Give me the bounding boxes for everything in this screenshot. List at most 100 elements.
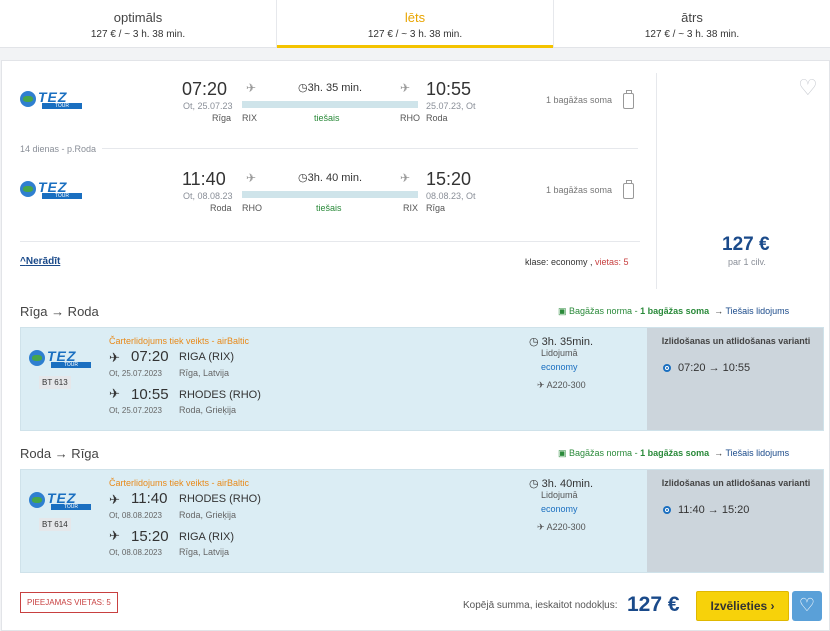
suitcase-icon xyxy=(623,90,634,109)
inbound-dep-code: RHO xyxy=(242,203,262,213)
direct-label: tiešais xyxy=(314,113,340,123)
dep-date: Ot, 25.07.2023 xyxy=(109,369,162,378)
favorite-heart-icon[interactable]: ♡ xyxy=(798,75,818,101)
divider xyxy=(102,148,638,149)
flight-number: BT 613 xyxy=(39,376,71,389)
luggage-icon: ▣ xyxy=(558,306,567,316)
tab-optimal[interactable]: optimāls 127 € / ~ 3 h. 38 min. xyxy=(0,0,277,47)
clock-icon: ◷ xyxy=(529,478,539,490)
vertical-divider xyxy=(656,73,657,289)
option-radio[interactable] xyxy=(663,506,671,514)
arr-time: 10:55 xyxy=(131,386,169,403)
takeoff-icon: ✈ xyxy=(109,350,120,365)
outbound-baggage: 1 bagāžas soma xyxy=(546,95,613,105)
option-times[interactable]: 11:40 → 15:20 xyxy=(678,504,749,516)
class-info: klase: economy , vietas: 5 xyxy=(525,257,629,267)
tab-cheap[interactable]: lēts 127 € / ~ 3 h. 38 min. xyxy=(277,0,554,48)
tab-label: lēts xyxy=(404,10,426,25)
outbound-dep-code: RIX xyxy=(242,113,258,123)
charter-note: Čarterlidojums tiek veikts - airBaltic xyxy=(109,336,250,346)
landing-icon: ✈ xyxy=(400,171,411,185)
options-title: Izlidošanas un atlidošanas varianti xyxy=(661,336,811,346)
option-times[interactable]: 07:20 → 10:55 xyxy=(678,362,750,374)
outbound-arr-city: Roda xyxy=(426,113,448,123)
total-price: 127 € xyxy=(627,593,680,616)
landing-icon: ✈ xyxy=(400,81,411,95)
route-bar xyxy=(242,191,418,198)
duration-label: Lidojumā xyxy=(541,348,578,358)
arr-time: 15:20 xyxy=(131,528,169,545)
charter-note: Čarterlidojums tiek veikts - airBaltic xyxy=(109,478,250,488)
arr-airport: RIGA (RIX) xyxy=(179,531,235,543)
takeoff-icon: ✈ xyxy=(246,171,257,185)
favorite-heart-icon[interactable]: ♡ xyxy=(792,591,822,621)
arr-place: Roda, Grieķija xyxy=(179,405,237,415)
airline-logo: TEZ TOUR xyxy=(29,348,99,370)
inbound-duration: ◷3h. 40 min. xyxy=(298,172,363,184)
airline-logo: TEZ TOUR xyxy=(20,89,90,111)
landing-icon: ✈ xyxy=(109,386,120,401)
tab-summary: 127 € / ~ 3 h. 38 min. xyxy=(367,29,463,40)
outbound-dep-time: 07:20 xyxy=(182,79,228,99)
aircraft: ✈ A220-300 xyxy=(537,522,586,532)
outbound-arr-date: 25.07.23, Ot xyxy=(426,101,476,111)
section-title: Roda → Rīga xyxy=(20,446,99,461)
inbound-arr-city: Rīga xyxy=(426,203,446,213)
arr-place: Rīga, Latvija xyxy=(179,547,230,557)
clock-icon: ◷ xyxy=(529,336,539,348)
airline-logo: TEZ TOUR xyxy=(20,179,90,201)
dep-place: Roda, Grieķija xyxy=(179,510,237,520)
dep-time: 07:20 xyxy=(131,348,169,365)
arr-airport: RHODES (RHO) xyxy=(179,389,261,401)
price: 127 € xyxy=(722,234,770,255)
dep-date: Ot, 08.08.2023 xyxy=(109,511,162,520)
inbound-arr-date: 08.08.23, Ot xyxy=(426,191,476,201)
section-baggage: ▣ Bagāžas norma - 1 bagāžas soma → Tieša… xyxy=(558,448,790,458)
inbound-arr-time: 15:20 xyxy=(426,169,472,189)
offer-card: TEZ TOUR 07:20 Ot, 25.07.23 Rīga ✈ ◷3h. 3… xyxy=(1,60,830,631)
section-baggage: ▣ Bagāžas norma - 1 bagāžas soma → Tieša… xyxy=(558,306,790,316)
hide-details-link[interactable]: ^Nerādīt xyxy=(20,256,60,267)
divider xyxy=(20,241,640,242)
outbound-duration: ◷3h. 35 min. xyxy=(298,82,363,94)
arr-date: Ot, 25.07.2023 xyxy=(109,406,162,415)
dep-time: 11:40 xyxy=(131,490,168,507)
per-person-label: par 1 cilv. xyxy=(728,257,766,267)
inbound-dep-city: Roda xyxy=(210,203,232,213)
flight-duration: ◷ 3h. 35min. xyxy=(529,336,594,348)
landing-icon: ✈ xyxy=(109,528,120,543)
sort-tabs: optimāls 127 € / ~ 3 h. 38 min. lēts 127… xyxy=(0,0,830,48)
flight-details: TEZ TOUR BT 614 Čarterlidojums tiek veikt… xyxy=(20,469,824,573)
route-bar xyxy=(242,101,418,108)
takeoff-icon: ✈ xyxy=(109,492,120,507)
dep-airport: RIGA (RIX) xyxy=(179,351,235,363)
luggage-icon: ▣ xyxy=(558,448,567,458)
aircraft: ✈ A220-300 xyxy=(537,380,586,390)
inbound-dep-time: 11:40 xyxy=(182,169,226,189)
dep-airport: RHODES (RHO) xyxy=(179,493,261,505)
airline-logo: TEZ TOUR xyxy=(29,490,99,512)
option-radio[interactable] xyxy=(663,364,671,372)
select-button[interactable]: Izvēlieties › xyxy=(696,591,789,621)
plane-icon: ✈ xyxy=(537,380,545,390)
outbound-dep-city: Rīga xyxy=(212,113,232,123)
clock-icon: ◷ xyxy=(298,82,308,94)
options-title: Izlidošanas un atlidošanas varianti xyxy=(661,478,811,488)
inbound-baggage: 1 bagāžas soma xyxy=(546,185,613,195)
outbound-dep-date: Ot, 25.07.23 xyxy=(183,101,233,111)
clock-icon: ◷ xyxy=(298,172,308,184)
total-label: Kopējā summa, ieskaitot nodokļus: xyxy=(463,600,618,611)
inbound-dep-date: Ot, 08.08.23 xyxy=(183,191,233,201)
arr-date: Ot, 08.08.2023 xyxy=(109,548,162,557)
suitcase-icon xyxy=(623,180,634,199)
inbound-arr-code: RIX xyxy=(403,203,419,213)
dep-place: Rīga, Latvija xyxy=(179,368,230,378)
flight-number: BT 614 xyxy=(39,518,71,531)
takeoff-icon: ✈ xyxy=(246,81,257,95)
duration-label: Lidojumā xyxy=(541,490,578,500)
tab-fast[interactable]: ātrs 127 € / ~ 3 h. 38 min. xyxy=(554,0,830,47)
available-seats-badge: PIEEJAMAS VIETAS: 5 xyxy=(20,592,118,613)
section-title: Rīga → Roda xyxy=(20,304,99,319)
cabin-class: economy xyxy=(541,504,578,514)
flight-details: TEZ TOUR BT 613 Čarterlidojums tiek veikt… xyxy=(20,327,824,431)
